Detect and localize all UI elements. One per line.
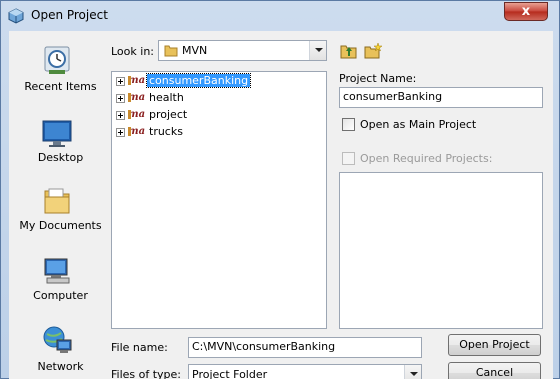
look-in-value: MVN xyxy=(182,44,208,57)
required-projects-list xyxy=(339,172,543,329)
open-required-projects-checkbox xyxy=(342,152,355,165)
look-in-select[interactable]: MVN xyxy=(158,40,327,61)
project-name-field: consumerBanking xyxy=(339,87,543,108)
new-folder-icon[interactable] xyxy=(363,42,383,60)
open-as-main-project-option[interactable]: Open as Main Project xyxy=(342,118,542,132)
desktop-icon xyxy=(42,120,72,147)
open-required-projects-label: Open Required Projects: xyxy=(360,152,493,165)
tree-item-consumerbanking[interactable]: ma consumerBanking xyxy=(116,73,316,89)
computer-icon xyxy=(44,258,70,284)
project-tree[interactable]: ma consumerBanking ma health ma project … xyxy=(111,71,327,329)
file-name-input[interactable]: C:\MVN\consumerBanking xyxy=(188,337,422,358)
files-of-type-select[interactable]: Project Folder xyxy=(188,364,422,379)
open-required-projects-option: Open Required Projects: xyxy=(342,152,542,166)
place-label: Desktop xyxy=(37,151,84,164)
place-my-documents[interactable]: My Documents xyxy=(9,185,104,235)
cancel-button[interactable]: Cancel xyxy=(448,362,541,379)
files-of-type-value: Project Folder xyxy=(192,368,268,379)
network-icon xyxy=(43,326,72,353)
project-name-label: Project Name: xyxy=(339,72,417,85)
open-project-dialog: Open Project x Recent Items Desktop My D… xyxy=(0,0,560,379)
maven-project-icon: ma xyxy=(128,109,146,120)
window-title: Open Project xyxy=(31,8,108,22)
chevron-down-icon[interactable] xyxy=(309,41,326,60)
expand-icon[interactable] xyxy=(116,128,125,137)
recent-items-icon xyxy=(44,46,70,74)
tree-item-label: project xyxy=(149,108,188,121)
tree-item-project[interactable]: ma project xyxy=(116,107,316,123)
maven-project-icon: ma xyxy=(128,75,146,86)
expand-icon[interactable] xyxy=(116,77,125,86)
maven-project-icon: ma xyxy=(128,126,146,137)
up-one-level-icon[interactable] xyxy=(339,42,359,60)
netbeans-cube-icon xyxy=(8,8,24,24)
tree-item-health[interactable]: ma health xyxy=(116,90,316,106)
tree-item-label: consumerBanking xyxy=(145,73,252,88)
tree-item-label: trucks xyxy=(149,125,183,138)
place-network[interactable]: Network xyxy=(9,324,104,374)
open-project-button[interactable]: Open Project xyxy=(448,334,541,356)
title-bar[interactable]: Open Project x xyxy=(1,1,559,31)
file-name-label: File name: xyxy=(111,341,168,354)
chevron-down-icon[interactable] xyxy=(404,365,421,379)
expand-icon[interactable] xyxy=(116,94,125,103)
place-label: Computer xyxy=(33,289,88,302)
place-computer[interactable]: Computer xyxy=(9,255,104,305)
close-icon: x xyxy=(521,4,531,19)
my-documents-icon xyxy=(44,188,70,214)
dialog-body: Recent Items Desktop My Documents Comput… xyxy=(9,31,553,379)
close-button[interactable]: x xyxy=(504,2,548,21)
open-as-main-project-checkbox[interactable] xyxy=(342,118,355,131)
tree-item-label: health xyxy=(149,91,184,104)
place-desktop[interactable]: Desktop xyxy=(9,117,104,167)
expand-icon[interactable] xyxy=(116,111,125,120)
open-as-main-project-label: Open as Main Project xyxy=(360,118,477,131)
place-label: Recent Items xyxy=(24,80,97,93)
places-bar: Recent Items Desktop My Documents Comput… xyxy=(9,31,104,379)
folder-icon xyxy=(164,45,178,57)
files-of-type-label: Files of type: xyxy=(111,368,182,379)
place-recent-items[interactable]: Recent Items xyxy=(9,44,104,104)
place-label: My Documents xyxy=(19,219,102,232)
look-in-label: Look in: xyxy=(111,45,154,58)
place-label: Network xyxy=(37,360,84,373)
maven-project-icon: ma xyxy=(128,92,146,103)
tree-item-trucks[interactable]: ma trucks xyxy=(116,124,316,140)
